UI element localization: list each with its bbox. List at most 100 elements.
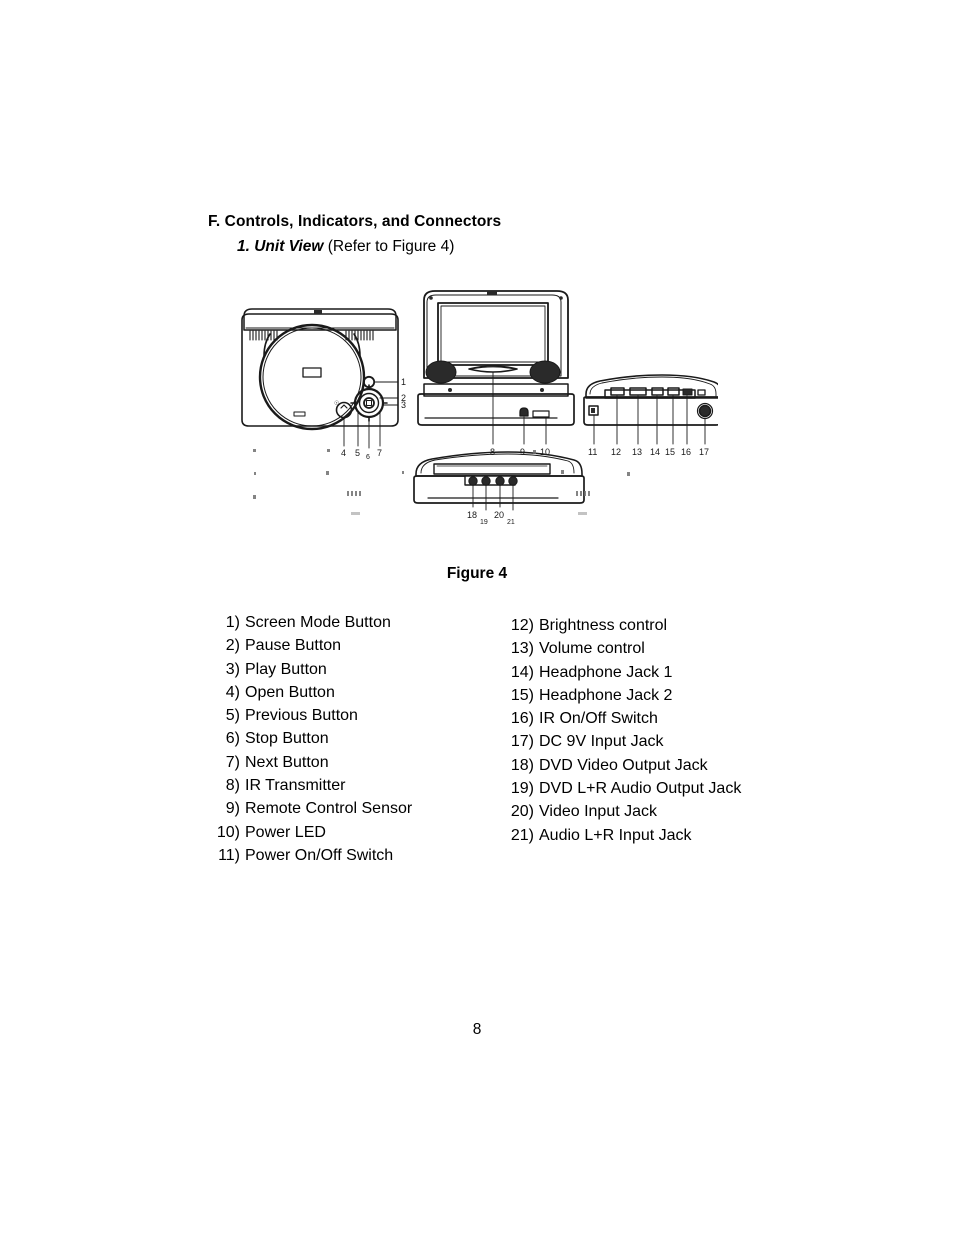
list-item-number: 18) (510, 756, 534, 774)
document-page: F. Controls, Indicators, and Connectors … (0, 0, 954, 1235)
list-item-number: 7) (225, 753, 240, 771)
scan-artifact (402, 471, 404, 474)
svg-text:6: 6 (366, 454, 370, 461)
list-item-number: 5) (225, 707, 240, 725)
scan-artifact (326, 471, 329, 475)
scan-artifact (351, 491, 353, 496)
list-item-label: Open Button (245, 683, 335, 701)
list-item-number: 17) (510, 733, 534, 751)
side-view-group (583, 374, 718, 426)
list-item-label: Remote Control Sensor (245, 800, 413, 818)
list-item: 9) Remote Control Sensor (206, 797, 456, 820)
svg-text:18: 18 (467, 510, 477, 520)
list-item: 4) Open Button (206, 681, 456, 704)
list-item: 8) IR Transmitter (206, 774, 456, 797)
scan-artifact (327, 449, 330, 452)
svg-text:11: 11 (588, 447, 597, 457)
svg-text:5: 5 (355, 448, 360, 458)
svg-text:15: 15 (665, 447, 675, 457)
front-view-callouts (492, 371, 547, 445)
list-item: 20) Video Input Jack (500, 800, 760, 823)
legend-right-column: 12) Brightness control 13) Volume contro… (500, 614, 760, 847)
svg-text:13: 13 (632, 447, 642, 457)
list-item-label: DVD L+R Audio Output Jack (539, 780, 742, 798)
subsection-heading-emphasis: 1. Unit View (237, 238, 324, 255)
list-item-number: 9) (225, 800, 240, 818)
list-item: 11) Power On/Off Switch (206, 844, 456, 867)
list-item-number: 21) (510, 826, 534, 844)
svg-text:3: 3 (401, 400, 406, 410)
list-item-number: 15) (510, 686, 534, 704)
scan-artifact (533, 450, 536, 454)
scan-artifact (578, 512, 587, 515)
figure-caption: Figure 4 (446, 565, 508, 582)
list-item-number: 19) (510, 780, 534, 798)
list-item-number: 4) (225, 683, 240, 701)
list-item-number: 13) (510, 640, 534, 658)
list-item: 5) Previous Button (206, 704, 456, 727)
list-item-label: DVD Video Output Jack (539, 756, 708, 774)
list-item-number: 2) (225, 637, 240, 655)
figure-4-illustration: ☉ 1 2 3 4 5 6 7 8 9 10 11 12 13 14 15 16… (228, 272, 718, 537)
scan-artifact (580, 491, 582, 496)
list-item-number: 12) (510, 617, 534, 634)
scan-artifact (588, 491, 590, 496)
side-view-callout-numbers: 11 12 13 14 15 16 17 (588, 447, 709, 457)
list-item-label: IR Transmitter (245, 777, 346, 795)
list-item: 21) Audio L+R Input Jack (500, 824, 760, 847)
scan-artifact (347, 491, 349, 496)
svg-text:16: 16 (681, 447, 691, 457)
list-item: 3) Play Button (206, 658, 456, 681)
list-item-label: Audio L+R Input Jack (539, 826, 692, 844)
scan-artifact (584, 491, 586, 496)
svg-text:19: 19 (480, 519, 488, 526)
list-item-number: 6) (225, 730, 240, 748)
scan-artifact (351, 512, 360, 515)
scan-artifact (576, 491, 578, 496)
list-item-label: Power On/Off Switch (245, 846, 394, 864)
list-item: 14) Headphone Jack 1 (500, 661, 760, 684)
list-item: 15) Headphone Jack 2 (500, 684, 760, 707)
svg-text:12: 12 (611, 447, 621, 457)
top-view-group: ☉ (241, 308, 399, 431)
rear-view-callout-numbers: 18 19 20 21 (467, 510, 515, 526)
subsection-heading-rest: (Refer to Figure 4) (323, 238, 455, 255)
section-heading: F. Controls, Indicators, and Connectors (208, 213, 502, 230)
list-item: 19) DVD L+R Audio Output Jack (500, 777, 760, 800)
list-item: 1) Screen Mode Button (206, 611, 456, 634)
rear-view-group (413, 451, 585, 504)
list-item-number: 11) (218, 846, 240, 864)
svg-text:☉: ☉ (334, 400, 339, 407)
svg-text:1: 1 (401, 377, 406, 387)
svg-text:17: 17 (699, 447, 709, 457)
list-item-label: Power LED (245, 823, 326, 841)
list-item-label: Volume control (539, 640, 645, 658)
front-view-group (417, 290, 575, 426)
list-item: 12) Brightness control (500, 614, 760, 637)
side-view-callouts (593, 395, 706, 445)
legend-left-column: 1) Screen Mode Button 2) Pause Button 3)… (206, 611, 456, 867)
list-item: 13) Volume control (500, 637, 760, 660)
list-item: 10) Power LED (206, 821, 456, 844)
unit-view-drawing: ☉ 1 2 3 4 5 6 7 8 9 10 11 12 13 14 15 16… (241, 290, 718, 526)
svg-text:14: 14 (650, 447, 660, 457)
list-item: 6) Stop Button (206, 727, 456, 750)
list-item-label: Previous Button (245, 707, 358, 725)
list-item-number: 20) (510, 803, 534, 821)
list-item-number: 10) (216, 823, 240, 841)
list-item-number: 14) (510, 663, 534, 681)
scan-artifact (359, 491, 361, 496)
list-item: 2) Pause Button (206, 634, 456, 657)
scan-artifact (355, 491, 357, 496)
list-item-number: 1) (225, 614, 240, 631)
list-item-label: Pause Button (245, 637, 342, 655)
list-item-label: Video Input Jack (539, 803, 658, 821)
list-item: 17) DC 9V Input Jack (500, 730, 760, 753)
list-item-label: Play Button (245, 660, 327, 678)
svg-text:7: 7 (377, 448, 382, 458)
list-item-label: Next Button (245, 753, 329, 771)
list-item-label: DC 9V Input Jack (539, 733, 664, 751)
list-item-number: 16) (510, 710, 534, 728)
scan-artifact (253, 495, 256, 499)
list-item: 7) Next Button (206, 751, 456, 774)
